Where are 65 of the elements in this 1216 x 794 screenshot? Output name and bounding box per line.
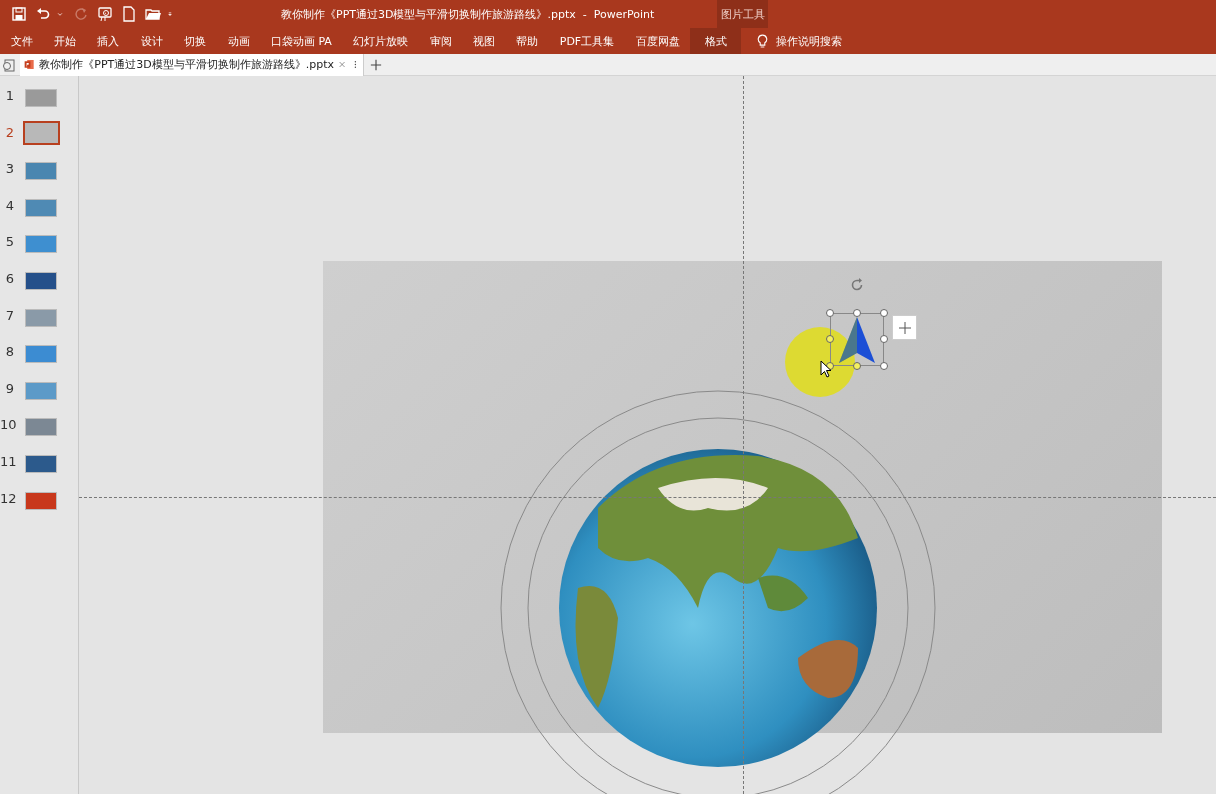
slide-thumbnail[interactable] [23,120,60,145]
ribbon-tab[interactable]: 帮助 [505,28,550,54]
resize-handle[interactable] [880,335,888,343]
resize-handle[interactable] [880,309,888,317]
resize-handle[interactable] [853,362,861,370]
slide-number: 8 [4,344,14,361]
slide-thumbnail[interactable] [25,162,57,181]
slide-number: 4 [4,197,14,214]
slide-number: 9 [4,380,14,397]
tell-me-search[interactable]: 操作说明搜索 [776,33,843,49]
ribbon-tab[interactable]: 口袋动画 PA [260,28,343,54]
slide-number: 11 [0,453,14,470]
mouse-pointer-icon [820,360,832,378]
slide-thumbnail[interactable] [25,198,57,217]
new-file-icon[interactable] [121,6,137,22]
slide-thumbnail[interactable] [25,89,57,107]
slide-thumbnail[interactable] [25,418,57,437]
more-icon[interactable] [354,59,357,70]
slide-number: 7 [4,307,14,324]
resize-handle[interactable] [826,309,834,317]
document-title: 教你制作《PPT通过3D模型与平滑切换制作旅游路线》.pptx [39,57,335,72]
powerpoint-icon [24,57,35,72]
document-tab[interactable]: 教你制作《PPT通过3D模型与平滑切换制作旅游路线》.pptx [20,53,364,76]
ribbon-tab[interactable]: 幻灯片放映 [342,28,419,54]
slide-thumbnail[interactable] [25,308,57,327]
slide-thumbnail[interactable] [25,271,57,290]
save-icon[interactable] [11,6,27,22]
resize-handle[interactable] [826,335,834,343]
slideshow-icon[interactable] [97,6,113,22]
context-group-label: 图片工具 [717,0,768,28]
slide-thumbnail[interactable] [25,491,57,510]
resize-handle[interactable] [880,362,888,370]
folder-icon[interactable] [145,6,161,22]
slide-thumbnail[interactable] [25,235,57,254]
slide-number: 10 [0,417,14,434]
ribbon-tab[interactable]: PDF工具集 [549,28,625,54]
plus-icon [898,321,911,334]
window-title: 教你制作《PPT通过3D模型与平滑切换制作旅游路线》.pptx - PowerPoint [281,6,655,22]
slide-number: 6 [4,270,14,287]
slide-number: 3 [4,161,14,178]
lightbulb-icon [757,33,769,49]
ribbon-tab[interactable]: 百度网盘 [624,28,691,54]
slide-thumbnail[interactable] [25,345,57,364]
new-tab-icon[interactable] [370,58,382,71]
slide-number: 1 [4,88,14,104]
ribbon-tab[interactable]: 插入 [86,28,131,54]
ribbon-tab[interactable]: 设计 [130,28,174,54]
slide-thumbnail[interactable] [25,454,57,473]
ribbon-tab[interactable]: 动画 [216,28,261,54]
ribbon-tab[interactable]: 文件 [0,28,44,54]
ribbon-tab[interactable]: 切换 [173,28,217,54]
ribbon-tab[interactable]: 审阅 [418,28,463,54]
resize-handle[interactable] [853,309,861,317]
slide-thumbnail[interactable] [25,381,57,400]
document-icon[interactable] [2,57,16,72]
rotate-handle-icon[interactable] [849,277,865,293]
selection-frame[interactable] [830,313,884,366]
undo-icon[interactable] [35,6,51,22]
slide-number: 2 [4,124,14,141]
ribbon-tab[interactable]: 视图 [462,28,506,54]
slide-number: 5 [4,234,14,251]
slide-number: 12 [0,490,14,507]
layout-options-button[interactable] [892,315,917,340]
ribbon-tab[interactable]: 开始 [43,28,87,54]
ribbon-tab[interactable]: 格式 [690,28,742,54]
